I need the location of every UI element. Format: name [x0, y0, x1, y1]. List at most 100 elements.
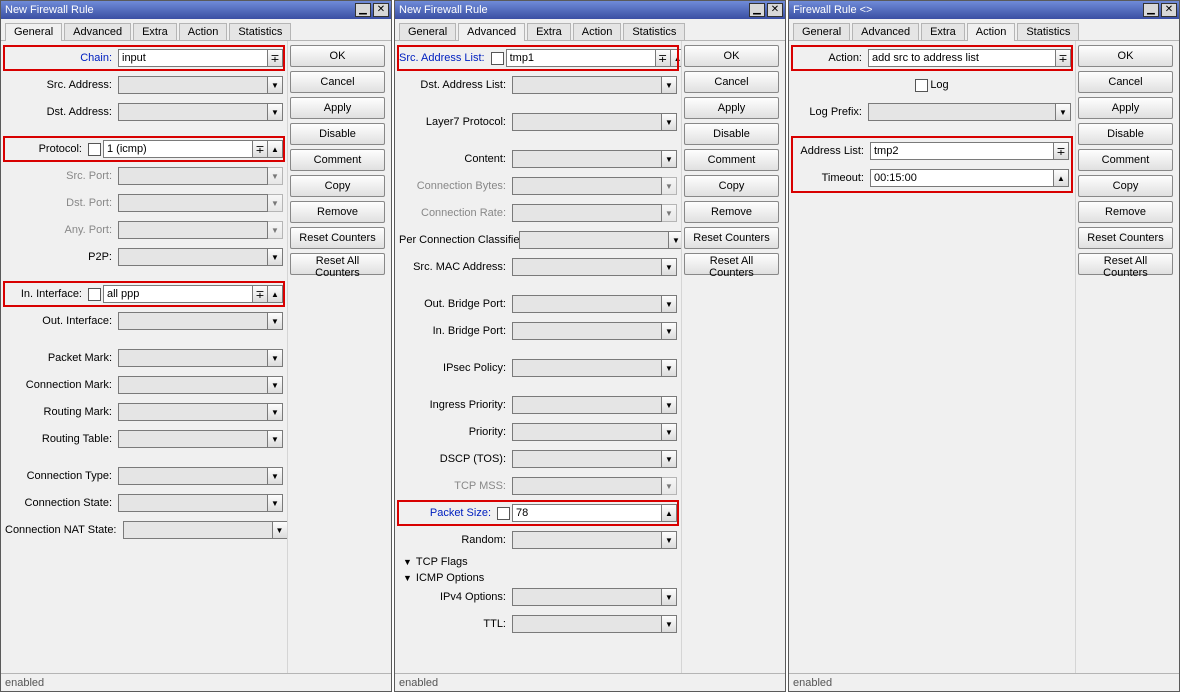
apply-button[interactable]: Apply: [684, 97, 779, 119]
disable-button[interactable]: Disable: [1078, 123, 1173, 145]
timeout-toggle-icon[interactable]: [1053, 169, 1069, 187]
dst-address-toggle-icon[interactable]: [267, 103, 283, 121]
in-interface-input[interactable]: [103, 285, 253, 303]
connection-state-toggle-icon[interactable]: [267, 494, 283, 512]
titlebar[interactable]: Firewall Rule <> ▁ ✕: [789, 1, 1179, 19]
address-list-input[interactable]: [870, 142, 1054, 160]
minimize-icon[interactable]: ▁: [355, 3, 371, 17]
tab-extra[interactable]: Extra: [133, 23, 177, 40]
apply-button[interactable]: Apply: [1078, 97, 1173, 119]
cancel-button[interactable]: Cancel: [1078, 71, 1173, 93]
random-toggle-icon[interactable]: [661, 531, 677, 549]
ok-button[interactable]: OK: [1078, 45, 1173, 67]
content-toggle-icon[interactable]: [661, 150, 677, 168]
tab-advanced[interactable]: Advanced: [64, 23, 131, 40]
comment-button[interactable]: Comment: [1078, 149, 1173, 171]
chain-input[interactable]: [118, 49, 268, 67]
packet-size-input[interactable]: [512, 504, 662, 522]
log-prefix-toggle-icon[interactable]: [1055, 103, 1071, 121]
copy-button[interactable]: Copy: [684, 175, 779, 197]
comment-button[interactable]: Comment: [290, 149, 385, 171]
packet-size-invert-checkbox[interactable]: [497, 507, 510, 520]
src-mac-toggle-icon[interactable]: [661, 258, 677, 276]
reset-counters-button[interactable]: Reset Counters: [684, 227, 779, 249]
src-address-list-invert-checkbox[interactable]: [491, 52, 504, 65]
titlebar[interactable]: New Firewall Rule ▁ ✕: [1, 1, 391, 19]
tab-general[interactable]: General: [5, 23, 62, 41]
src-address-list-toggle-icon[interactable]: [670, 49, 681, 67]
packet-size-toggle-icon[interactable]: [661, 504, 677, 522]
section-icmp-options[interactable]: ▼ICMP Options: [403, 572, 677, 584]
tab-action[interactable]: Action: [179, 23, 228, 40]
address-list-dropdown-icon[interactable]: [1053, 142, 1069, 160]
src-address-toggle-icon[interactable]: [267, 76, 283, 94]
action-input[interactable]: [868, 49, 1056, 67]
timeout-input[interactable]: [870, 169, 1054, 187]
chain-dropdown-icon[interactable]: [267, 49, 283, 67]
protocol-input[interactable]: [103, 140, 253, 158]
src-address-list-input[interactable]: [506, 49, 656, 67]
ok-button[interactable]: OK: [290, 45, 385, 67]
copy-button[interactable]: Copy: [1078, 175, 1173, 197]
comment-button[interactable]: Comment: [684, 149, 779, 171]
priority-toggle-icon[interactable]: [661, 423, 677, 441]
minimize-icon[interactable]: ▁: [1143, 3, 1159, 17]
tab-extra[interactable]: Extra: [527, 23, 571, 40]
cancel-button[interactable]: Cancel: [684, 71, 779, 93]
ok-button[interactable]: OK: [684, 45, 779, 67]
protocol-toggle-icon[interactable]: [267, 140, 283, 158]
protocol-dropdown-icon[interactable]: [252, 140, 268, 158]
routing-table-toggle-icon[interactable]: [267, 430, 283, 448]
disable-button[interactable]: Disable: [290, 123, 385, 145]
tab-general[interactable]: General: [399, 23, 456, 40]
disable-button[interactable]: Disable: [684, 123, 779, 145]
ipsec-policy-toggle-icon[interactable]: [661, 359, 677, 377]
ingress-priority-toggle-icon[interactable]: [661, 396, 677, 414]
tab-advanced[interactable]: Advanced: [852, 23, 919, 40]
p2p-toggle-icon[interactable]: [267, 248, 283, 266]
ttl-toggle-icon[interactable]: [661, 615, 677, 633]
connection-mark-toggle-icon[interactable]: [267, 376, 283, 394]
titlebar[interactable]: New Firewall Rule ▁ ✕: [395, 1, 785, 19]
packet-mark-toggle-icon[interactable]: [267, 349, 283, 367]
reset-counters-button[interactable]: Reset Counters: [1078, 227, 1173, 249]
tab-statistics[interactable]: Statistics: [1017, 23, 1079, 40]
apply-button[interactable]: Apply: [290, 97, 385, 119]
tab-statistics[interactable]: Statistics: [229, 23, 291, 40]
remove-button[interactable]: Remove: [290, 201, 385, 223]
action-dropdown-icon[interactable]: [1055, 49, 1071, 67]
dscp-toggle-icon[interactable]: [661, 450, 677, 468]
minimize-icon[interactable]: ▁: [749, 3, 765, 17]
dst-address-list-toggle-icon[interactable]: [661, 76, 677, 94]
connection-type-toggle-icon[interactable]: [267, 467, 283, 485]
ipv4-options-toggle-icon[interactable]: [661, 588, 677, 606]
close-icon[interactable]: ✕: [1161, 3, 1177, 17]
per-conn-classifier-toggle-icon[interactable]: [668, 231, 681, 249]
protocol-invert-checkbox[interactable]: [88, 143, 101, 156]
cancel-button[interactable]: Cancel: [290, 71, 385, 93]
tab-statistics[interactable]: Statistics: [623, 23, 685, 40]
in-interface-dropdown-icon[interactable]: [252, 285, 268, 303]
tab-extra[interactable]: Extra: [921, 23, 965, 40]
tab-general[interactable]: General: [793, 23, 850, 40]
out-interface-toggle-icon[interactable]: [267, 312, 283, 330]
close-icon[interactable]: ✕: [767, 3, 783, 17]
layer7-toggle-icon[interactable]: [661, 113, 677, 131]
log-checkbox[interactable]: [915, 79, 928, 92]
remove-button[interactable]: Remove: [1078, 201, 1173, 223]
out-bridge-port-toggle-icon[interactable]: [661, 295, 677, 313]
routing-mark-toggle-icon[interactable]: [267, 403, 283, 421]
tab-action[interactable]: Action: [967, 23, 1016, 41]
close-icon[interactable]: ✕: [373, 3, 389, 17]
in-interface-toggle-icon[interactable]: [267, 285, 283, 303]
tab-action[interactable]: Action: [573, 23, 622, 40]
reset-all-counters-button[interactable]: Reset All Counters: [290, 253, 385, 275]
in-interface-invert-checkbox[interactable]: [88, 288, 101, 301]
remove-button[interactable]: Remove: [684, 201, 779, 223]
section-tcp-flags[interactable]: ▼TCP Flags: [403, 556, 677, 568]
connection-nat-state-toggle-icon[interactable]: [272, 521, 288, 539]
tab-advanced[interactable]: Advanced: [458, 23, 525, 41]
reset-all-counters-button[interactable]: Reset All Counters: [684, 253, 779, 275]
copy-button[interactable]: Copy: [290, 175, 385, 197]
reset-all-counters-button[interactable]: Reset All Counters: [1078, 253, 1173, 275]
